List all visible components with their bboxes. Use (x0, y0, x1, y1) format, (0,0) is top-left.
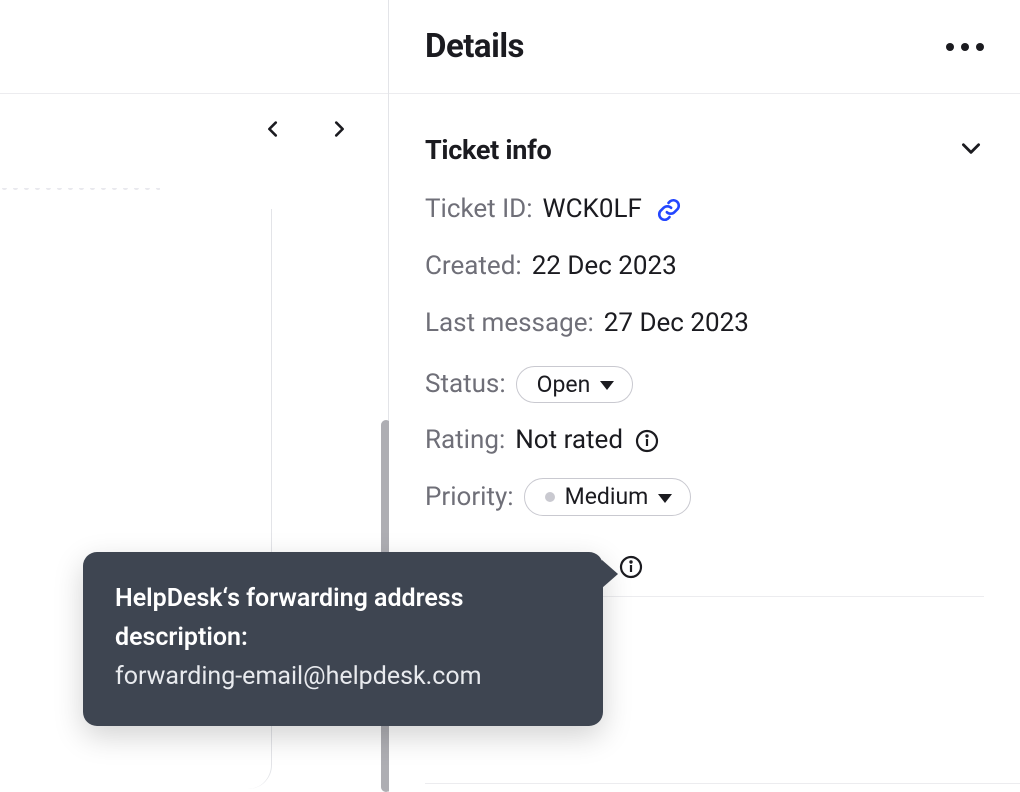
tooltip-body: forwarding-email@helpdesk.com (115, 658, 571, 697)
label-status: Status: (425, 369, 506, 400)
status-value: Open (537, 371, 591, 399)
row-rating: Rating: Not rated (425, 425, 984, 456)
value-last-message: 27 Dec 2023 (604, 308, 749, 339)
label-ticket-id: Ticket ID: (425, 194, 533, 225)
dot-icon (946, 43, 954, 51)
priority-dot-icon (545, 492, 555, 502)
copy-link-icon[interactable] (656, 197, 682, 223)
value-created: 22 Dec 2023 (532, 251, 677, 282)
value-ticket-id: WCK0LF (543, 194, 642, 225)
label-last-message: Last message: (425, 308, 594, 339)
cropped-text-edge: ······················ (0, 188, 160, 210)
rating-info-icon[interactable] (635, 429, 659, 453)
more-options-button[interactable] (938, 35, 992, 59)
next-ticket-button[interactable] (328, 118, 350, 140)
row-priority: Priority: Medium (425, 478, 984, 516)
details-title: Details (425, 27, 524, 66)
collapse-section-button[interactable] (958, 135, 984, 165)
label-priority: Priority: (425, 482, 514, 513)
ticket-info-heading: Ticket info (425, 134, 551, 166)
prev-ticket-button[interactable] (262, 118, 284, 140)
details-header: Details (389, 0, 1020, 94)
forwarding-address-info-icon[interactable] (619, 555, 643, 579)
row-status: Status: Open (425, 366, 984, 404)
tooltip-title: HelpDesk‘s forwarding address descriptio… (115, 580, 571, 658)
label-rating: Rating: (425, 425, 505, 456)
dot-icon (976, 43, 984, 51)
value-rating: Not rated (515, 425, 623, 456)
dot-icon (961, 43, 969, 51)
ticket-info-section: Ticket info Ticket ID: WCK0LF (389, 94, 1020, 597)
forwarding-address-tooltip: HelpDesk‘s forwarding address descriptio… (83, 552, 603, 726)
priority-value: Medium (565, 483, 649, 511)
status-select[interactable]: Open (516, 366, 634, 404)
priority-select[interactable]: Medium (524, 478, 692, 516)
row-created: Created: 22 Dec 2023 (425, 251, 984, 282)
left-header-spacer (0, 0, 388, 94)
caret-down-icon (600, 381, 614, 390)
divider (425, 783, 1020, 784)
row-last-message: Last message: 27 Dec 2023 (425, 308, 984, 339)
row-ticket-id: Ticket ID: WCK0LF (425, 194, 984, 225)
label-created: Created: (425, 251, 522, 282)
caret-down-icon (658, 494, 672, 503)
